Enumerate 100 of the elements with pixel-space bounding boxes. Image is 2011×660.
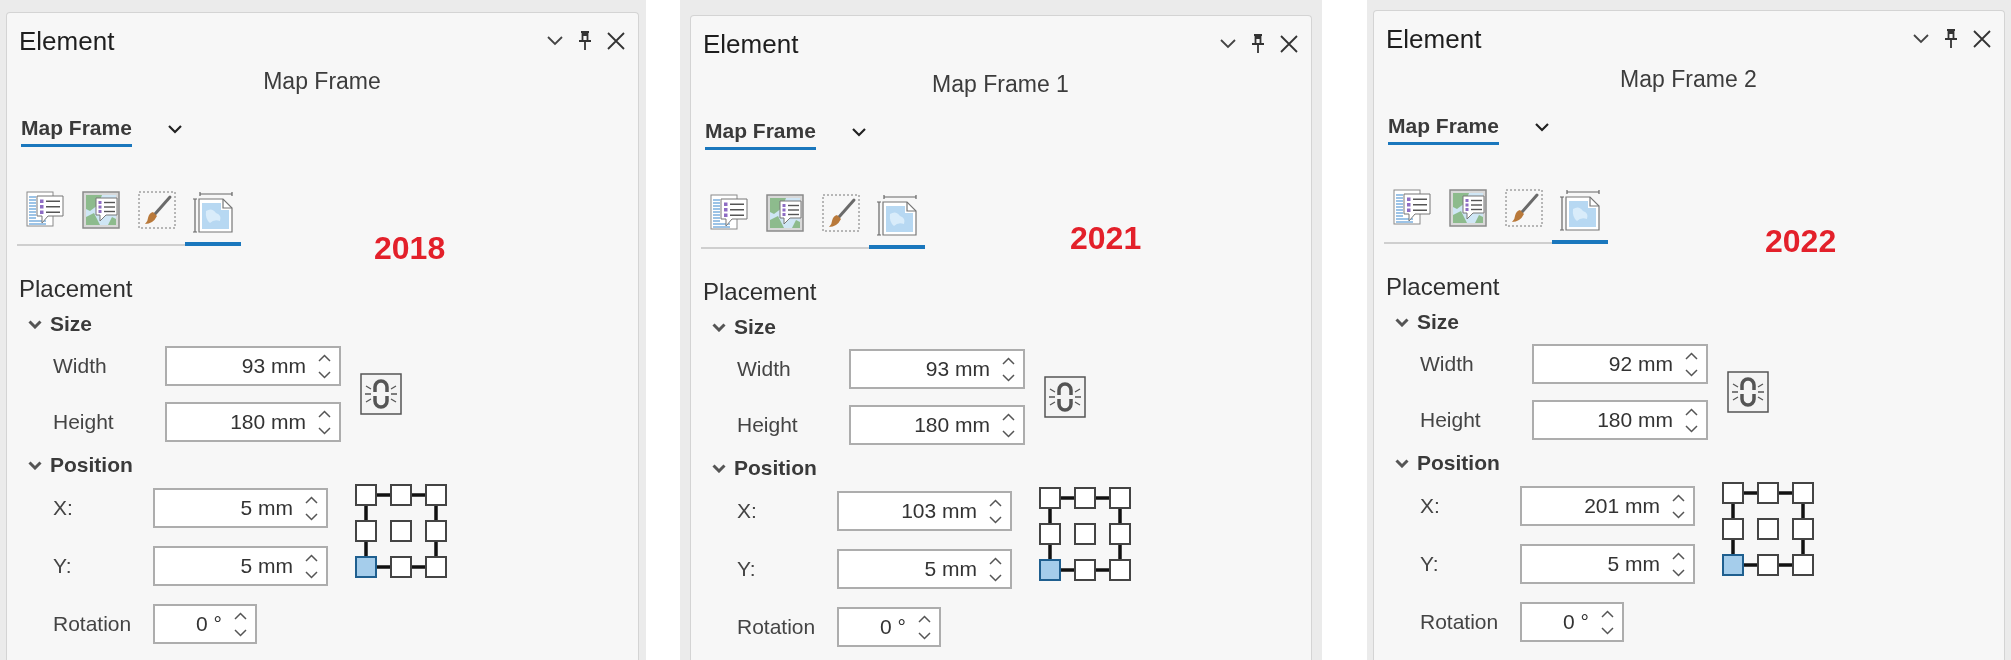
- number-field[interactable]: 180 mm: [165, 402, 341, 442]
- anchor-point[interactable]: [1792, 518, 1814, 540]
- anchor-point[interactable]: [1074, 559, 1096, 581]
- spin-down-icon[interactable]: [1002, 373, 1015, 382]
- spin-up-icon[interactable]: [1002, 356, 1015, 365]
- group-header[interactable]: Position: [1386, 450, 1500, 476]
- pin-icon[interactable]: [1944, 29, 1958, 49]
- anchor-point[interactable]: [1039, 559, 1061, 581]
- spin-up-icon[interactable]: [1601, 609, 1614, 618]
- anchor-point[interactable]: [390, 556, 412, 578]
- spin-down-icon[interactable]: [318, 370, 331, 379]
- anchor-point[interactable]: [355, 556, 377, 578]
- anchor-point[interactable]: [1074, 523, 1096, 545]
- spin-down-icon[interactable]: [1685, 368, 1698, 377]
- anchor-point[interactable]: [355, 520, 377, 542]
- anchor-point[interactable]: [355, 484, 377, 506]
- field-label: Rotation: [53, 612, 133, 636]
- group-header[interactable]: Size: [703, 314, 777, 340]
- broken-link-icon[interactable]: [360, 373, 402, 415]
- anchor-point[interactable]: [1792, 554, 1814, 576]
- spin-down-icon[interactable]: [305, 512, 318, 521]
- anchor-point[interactable]: [1109, 559, 1131, 581]
- element-name: Map Frame 2: [1619, 65, 1758, 94]
- anchor-point[interactable]: [1109, 523, 1131, 545]
- spin-down-icon[interactable]: [1672, 568, 1685, 577]
- anchor-point[interactable]: [390, 520, 412, 542]
- spin-up-icon[interactable]: [1002, 412, 1015, 421]
- spin-up-icon[interactable]: [318, 409, 331, 418]
- number-field[interactable]: 5 mm: [837, 549, 1012, 589]
- spin-down-icon[interactable]: [989, 515, 1002, 524]
- number-field[interactable]: 93 mm: [849, 349, 1025, 389]
- spin-up-icon[interactable]: [1685, 407, 1698, 416]
- number-field[interactable]: 5 mm: [1520, 544, 1695, 584]
- anchor-point[interactable]: [1792, 482, 1814, 504]
- close-icon[interactable]: [1280, 35, 1298, 53]
- group-header[interactable]: Position: [19, 452, 133, 478]
- pin-icon[interactable]: [578, 31, 592, 51]
- connector-line: [1801, 540, 1805, 554]
- anchor-point[interactable]: [425, 484, 447, 506]
- spin-up-icon[interactable]: [305, 553, 318, 562]
- anchor-point[interactable]: [1722, 482, 1744, 504]
- list-icon: [26, 191, 64, 227]
- element-type-dropdown[interactable]: Map Frame: [1386, 113, 1549, 145]
- number-field[interactable]: 201 mm: [1520, 486, 1695, 526]
- anchor-point[interactable]: [1039, 487, 1061, 509]
- close-icon[interactable]: [1973, 30, 1991, 48]
- spin-down-icon[interactable]: [1672, 510, 1685, 519]
- spin-up-icon[interactable]: [318, 353, 331, 362]
- number-field[interactable]: 93 mm: [165, 346, 341, 386]
- number-field[interactable]: 103 mm: [837, 491, 1012, 531]
- spin-up-icon[interactable]: [305, 495, 318, 504]
- number-field[interactable]: 5 mm: [153, 546, 328, 586]
- close-icon[interactable]: [607, 32, 625, 50]
- spin-down-icon[interactable]: [1685, 424, 1698, 433]
- spin-down-icon[interactable]: [1601, 626, 1614, 635]
- anchor-point[interactable]: [1722, 554, 1744, 576]
- chevron-down-icon[interactable]: [1913, 34, 1929, 44]
- spin-up-icon[interactable]: [1672, 493, 1685, 502]
- anchor-point[interactable]: [390, 484, 412, 506]
- connector-line: [1779, 563, 1792, 567]
- number-field[interactable]: 5 mm: [153, 488, 328, 528]
- anchor-point[interactable]: [1109, 487, 1131, 509]
- number-field[interactable]: 180 mm: [1532, 400, 1708, 440]
- connector-line: [377, 565, 390, 569]
- group-header[interactable]: Size: [1386, 309, 1460, 335]
- anchor-point[interactable]: [1039, 523, 1061, 545]
- anchor-point[interactable]: [425, 520, 447, 542]
- spin-down-icon[interactable]: [918, 631, 931, 640]
- element-type-dropdown[interactable]: Map Frame: [19, 115, 182, 147]
- spin-up-icon[interactable]: [1672, 551, 1685, 560]
- pane-title: Element: [1386, 23, 1482, 55]
- anchor-point[interactable]: [1074, 487, 1096, 509]
- number-field[interactable]: 92 mm: [1532, 344, 1708, 384]
- broken-link-icon[interactable]: [1044, 376, 1086, 418]
- anchor-point[interactable]: [1757, 554, 1779, 576]
- spin-down-icon[interactable]: [305, 570, 318, 579]
- broken-link-icon[interactable]: [1727, 371, 1769, 413]
- anchor-point[interactable]: [1722, 518, 1744, 540]
- anchor-point[interactable]: [425, 556, 447, 578]
- chevron-down-icon[interactable]: [547, 36, 563, 46]
- spin-up-icon[interactable]: [1685, 351, 1698, 360]
- chevron-down-icon[interactable]: [1220, 39, 1236, 49]
- spin-up-icon[interactable]: [918, 614, 931, 623]
- spin-up-icon[interactable]: [234, 611, 247, 620]
- spin-down-icon[interactable]: [1002, 429, 1015, 438]
- group-header[interactable]: Size: [19, 311, 93, 337]
- number-field[interactable]: 0 °: [837, 607, 941, 647]
- anchor-point[interactable]: [1757, 482, 1779, 504]
- element-type-dropdown[interactable]: Map Frame: [703, 118, 866, 150]
- number-field[interactable]: 0 °: [1520, 602, 1624, 642]
- spin-down-icon[interactable]: [234, 628, 247, 637]
- spin-up-icon[interactable]: [989, 498, 1002, 507]
- spin-down-icon[interactable]: [989, 573, 1002, 582]
- anchor-point[interactable]: [1757, 518, 1779, 540]
- number-field[interactable]: 0 °: [153, 604, 257, 644]
- spin-down-icon[interactable]: [318, 426, 331, 435]
- number-field[interactable]: 180 mm: [849, 405, 1025, 445]
- spin-up-icon[interactable]: [989, 556, 1002, 565]
- group-header[interactable]: Position: [703, 455, 817, 481]
- pin-icon[interactable]: [1251, 34, 1265, 54]
